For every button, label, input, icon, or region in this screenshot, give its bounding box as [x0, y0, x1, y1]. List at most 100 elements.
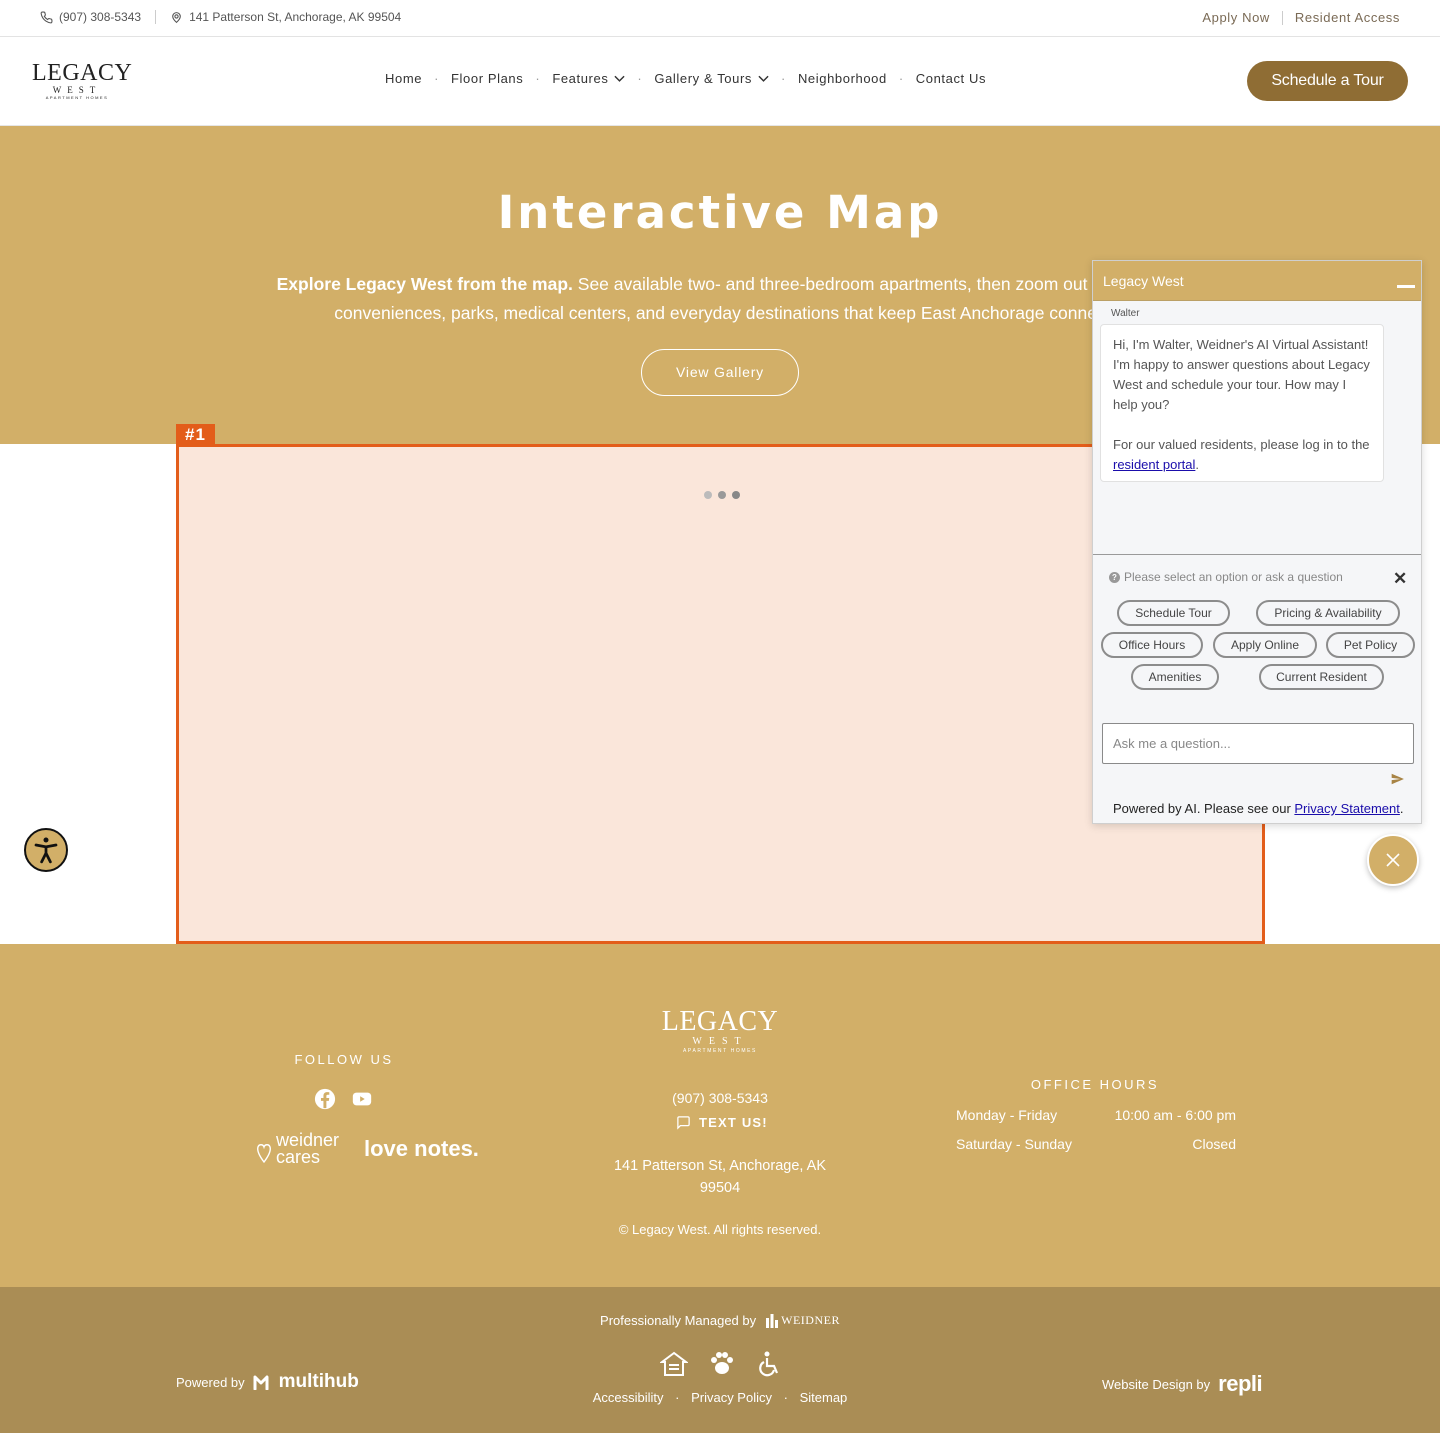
pet-friendly-icon	[708, 1351, 736, 1377]
top-links: Apply Now Resident Access	[1202, 10, 1400, 25]
chevron-down-icon	[614, 75, 626, 82]
option-office-hours[interactable]: Office Hours	[1101, 632, 1203, 658]
privacy-policy-link[interactable]: Privacy Policy	[691, 1390, 772, 1405]
hero-lead-bold: Explore Legacy West from the map.	[276, 274, 573, 294]
wheelchair-icon	[756, 1351, 784, 1377]
phone-link[interactable]: (907) 308-5343	[40, 10, 141, 24]
community-logos: weidner cares love notes.	[256, 1131, 479, 1166]
text-us-link[interactable]: TEXT US!	[676, 1115, 768, 1130]
nav-features[interactable]: Features	[552, 71, 626, 86]
nav-floor-plans[interactable]: Floor Plans	[451, 71, 523, 86]
footer-address[interactable]: 141 Patterson St, Anchorage, AK 99504	[600, 1155, 840, 1199]
office-hours-heading: OFFICE HOURS	[1030, 1077, 1160, 1092]
nav-features-label: Features	[552, 71, 609, 86]
bottom-bar: Professionally Managed by WEIDNER Access…	[0, 1287, 1440, 1433]
message-icon	[677, 1116, 690, 1130]
logo-sub: WEST	[52, 85, 102, 95]
accessibility-link[interactable]: Accessibility	[593, 1390, 664, 1405]
managed-label: Professionally Managed by	[600, 1313, 757, 1328]
site-logo[interactable]: LEGACY WEST APARTMENT HOMES	[32, 61, 132, 103]
weidner-cares-logo[interactable]: weidner cares	[258, 1131, 342, 1166]
top-bar: (907) 308-5343 141 Patterson St, Anchora…	[0, 0, 1440, 37]
option-apply-online[interactable]: Apply Online	[1213, 632, 1317, 658]
phone-icon	[40, 11, 53, 23]
chat-toggle-button[interactable]	[1367, 834, 1419, 886]
design-label: Website Design by	[1102, 1376, 1211, 1392]
site-header: LEGACY WEST APARTMENT HOMES Home · Floor…	[0, 37, 1440, 126]
main-nav: Home · Floor Plans · Features · Gallery …	[385, 71, 986, 86]
link-separator: ·	[783, 1390, 788, 1405]
nav-gallery-tours[interactable]: Gallery & Tours	[654, 71, 769, 86]
nav-contact-us[interactable]: Contact Us	[916, 71, 986, 86]
sitemap-link[interactable]: Sitemap	[800, 1390, 848, 1405]
repli-logo[interactable]: repli	[1218, 1371, 1262, 1397]
hero-lead-text: See available two- and three-bedroom apa…	[572, 274, 1164, 294]
nav-separator: ·	[781, 71, 786, 86]
close-icon[interactable]: ✕	[1393, 569, 1407, 589]
compliance-icons	[660, 1351, 804, 1377]
resident-access-link[interactable]: Resident Access	[1295, 10, 1400, 25]
nav-home[interactable]: Home	[385, 71, 422, 86]
help-icon: ?	[1109, 571, 1120, 583]
footer-logo-tagline: APARTMENT HOMES	[682, 1048, 757, 1054]
chat-widget: Legacy West Walter Hi, I'm Walter, Weidn…	[1092, 260, 1422, 824]
chat-agent-name: Walter	[1111, 308, 1140, 319]
chat-message: Hi, I'm Walter, Weidner's AI Virtual Ass…	[1100, 324, 1384, 482]
chat-input[interactable]: Ask me a question...	[1102, 723, 1414, 764]
chat-powered-note: Powered by AI. Please see our Privacy St…	[1113, 801, 1404, 816]
hero-lead-text-2: conveniences, parks, medical centers, an…	[334, 303, 1106, 323]
option-schedule-tour[interactable]: Schedule Tour	[1117, 600, 1230, 626]
nav-neighborhood[interactable]: Neighborhood	[798, 71, 887, 86]
address-text: 141 Patterson St, Anchorage, AK 99504	[189, 10, 402, 24]
equal-housing-icon	[660, 1351, 688, 1377]
send-button[interactable]	[1390, 772, 1405, 791]
nav-gallery-label: Gallery & Tours	[654, 71, 752, 86]
option-pricing-availability[interactable]: Pricing & Availability	[1256, 600, 1400, 626]
building-icon	[766, 1313, 779, 1328]
view-gallery-button[interactable]: View Gallery	[641, 349, 799, 396]
love-notes-logo[interactable]: love notes.	[364, 1138, 479, 1160]
map-pin-icon	[172, 11, 181, 23]
option-current-resident[interactable]: Current Resident	[1259, 664, 1384, 690]
minimize-icon[interactable]	[1397, 285, 1415, 288]
footer-logo[interactable]: LEGACY WEST APARTMENT HOMES	[660, 1008, 780, 1055]
divider	[155, 10, 157, 24]
accessibility-button[interactable]	[24, 828, 68, 872]
nav-separator: ·	[898, 71, 904, 86]
accessibility-icon	[34, 837, 58, 864]
hours-row: Saturday - Sunday Closed	[956, 1136, 1236, 1152]
nav-separator: ·	[637, 71, 643, 86]
option-amenities[interactable]: Amenities	[1131, 664, 1219, 690]
page-title: Interactive Map	[497, 186, 943, 239]
chat-message-text: Hi, I'm Walter, Weidner's AI Virtual Ass…	[1113, 337, 1370, 412]
address-link[interactable]: 141 Patterson St, Anchorage, AK 99504	[170, 10, 401, 24]
chat-title: Legacy West	[1103, 273, 1184, 289]
apply-now-link[interactable]: Apply Now	[1202, 10, 1270, 25]
hours-row: Monday - Friday 10:00 am - 6:00 pm	[956, 1107, 1236, 1123]
logo-tagline: APARTMENT HOMES	[45, 95, 109, 100]
office-hours-table: Monday - Friday 10:00 am - 6:00 pm Saturd…	[956, 1107, 1236, 1165]
multihub-logo[interactable]: multihub	[253, 1371, 359, 1393]
managed-by: Professionally Managed by WEIDNER	[0, 1313, 1440, 1328]
loading-indicator	[704, 491, 746, 499]
multihub-icon	[253, 1375, 269, 1390]
text-us-label: TEXT US!	[699, 1115, 768, 1130]
send-icon	[1391, 773, 1404, 785]
option-pet-policy[interactable]: Pet Policy	[1326, 632, 1415, 658]
phone-text: (907) 308-5343	[59, 10, 142, 24]
schedule-tour-button[interactable]: Schedule a Tour	[1247, 61, 1408, 101]
footer-phone[interactable]: (907) 308-5343	[0, 1090, 1440, 1106]
chat-message-text-2: For our valued residents, please log in …	[1113, 437, 1370, 472]
weidner-logo[interactable]: WEIDNER	[766, 1313, 840, 1328]
website-design-by: Website Design by repli	[1102, 1371, 1263, 1397]
resident-portal-link[interactable]: resident portal	[1113, 457, 1195, 472]
chat-header: Legacy West	[1093, 261, 1421, 301]
chevron-down-icon	[758, 75, 769, 82]
footer-logo-sub: WEST	[692, 1036, 748, 1047]
follow-us-heading: FOLLOW US	[294, 1052, 394, 1067]
powered-label: Powered by	[176, 1374, 245, 1390]
top-contact: (907) 308-5343 141 Patterson St, Anchora…	[40, 10, 401, 24]
chat-hint: ? Please select an option or ask a quest…	[1109, 570, 1343, 584]
privacy-statement-link[interactable]: Privacy Statement	[1294, 801, 1400, 816]
nav-separator: ·	[434, 71, 440, 86]
